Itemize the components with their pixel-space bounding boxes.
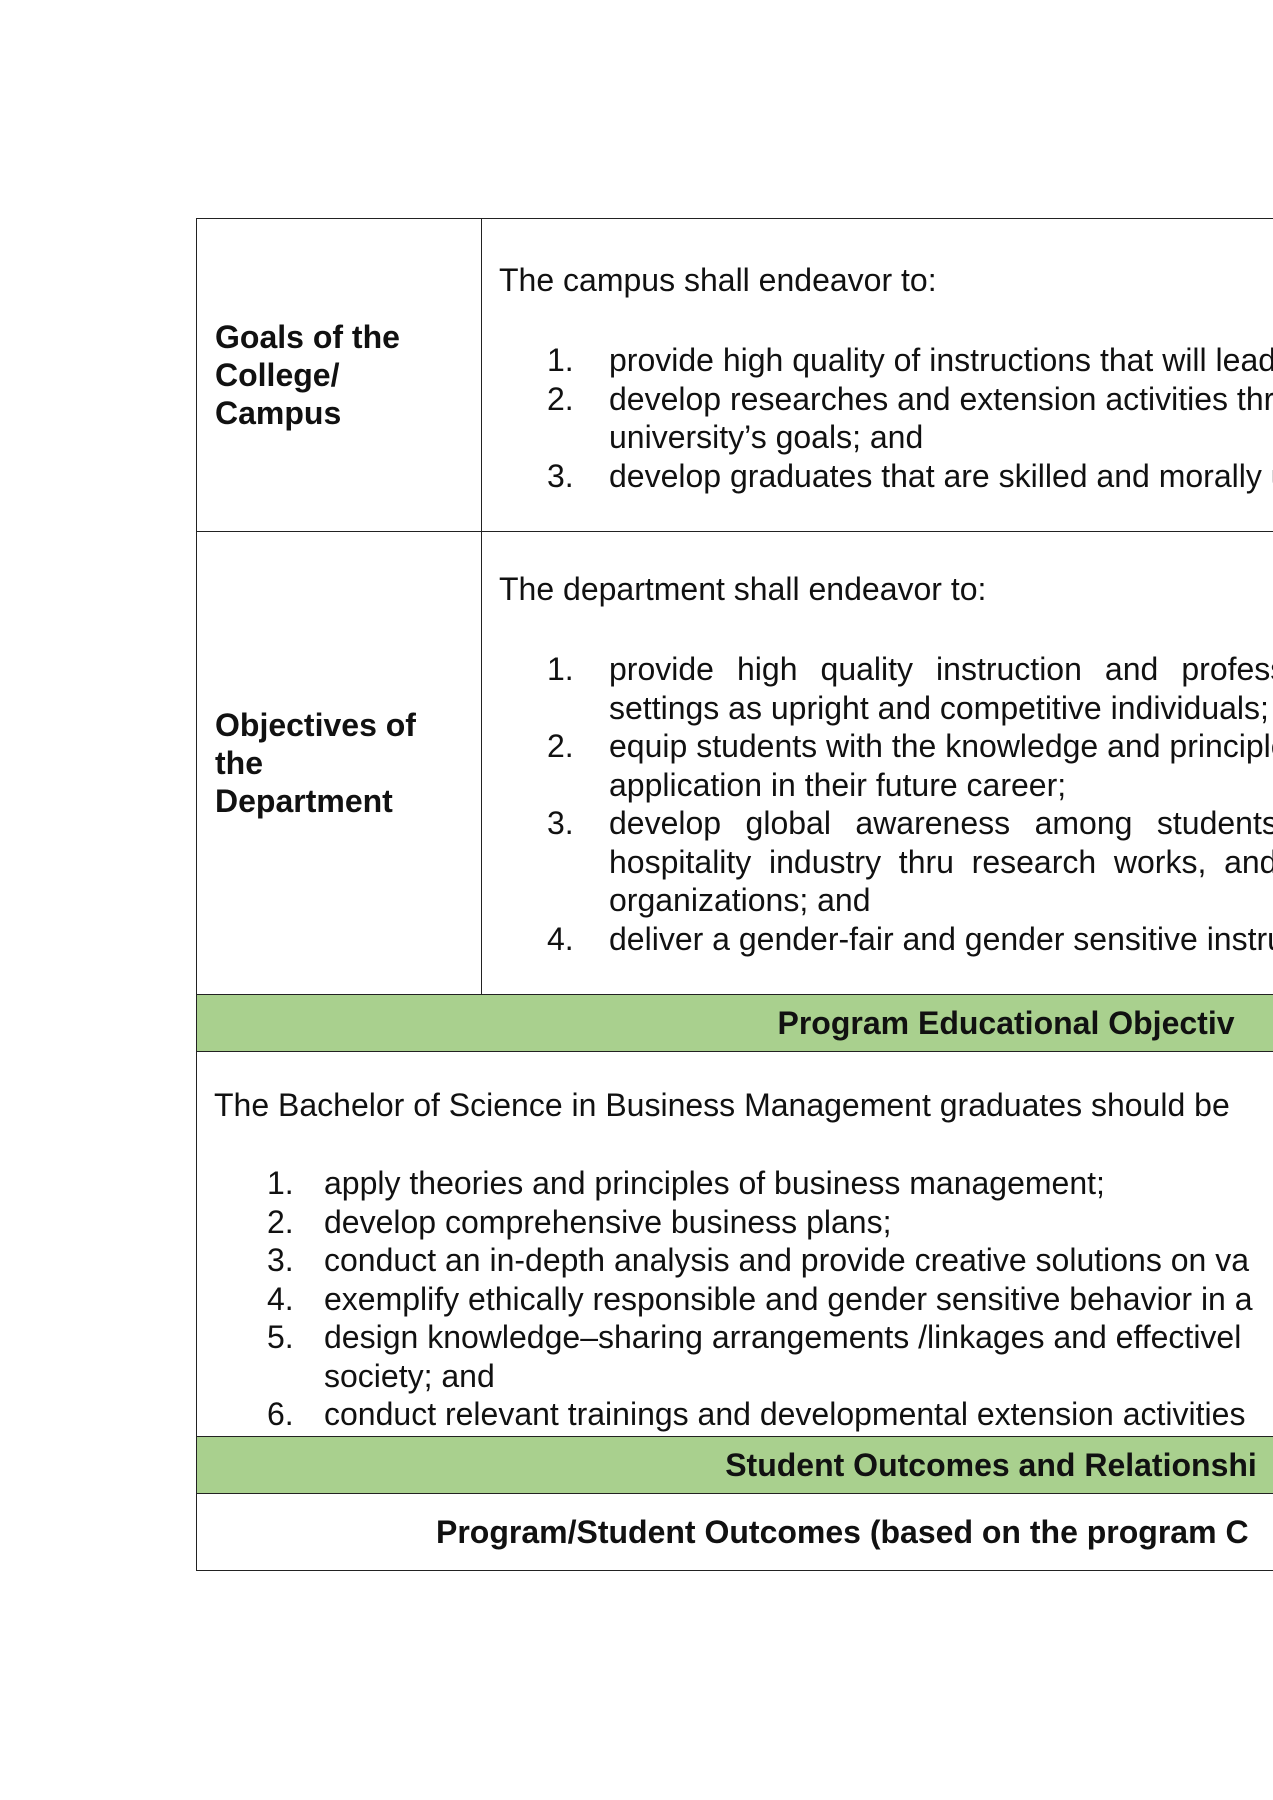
- objectives-intro: The department shall endeavor to:: [499, 571, 987, 607]
- outcomes-header-cell: Program/Student Outcomes (based on the p…: [196, 1493, 1273, 1571]
- curriculum-table: Goals of the College/ Campus The campus …: [196, 218, 1273, 1571]
- objectives-label: Objectives of the Department: [196, 531, 482, 995]
- list-item-line: hospitality industry thru research works…: [609, 843, 1273, 880]
- list-item-number: 2.: [547, 728, 574, 764]
- list-item-number: 1.: [547, 651, 574, 687]
- list-item-line: provide high quality of instructions tha…: [609, 342, 1273, 378]
- objectives-list: 1. provide high quality instruction and …: [499, 650, 1273, 958]
- list-item: 2. equip students with the knowledge and…: [499, 727, 1273, 804]
- list-item-number: 3.: [547, 457, 574, 494]
- list-item-number: 5.: [267, 1319, 294, 1355]
- list-item-line: develop graduates that are skilled and m…: [609, 457, 1273, 494]
- list-item-number: 2.: [547, 380, 574, 417]
- list-item-line: application in their future career;: [609, 766, 1067, 803]
- list-item-line: conduct an in-depth analysis and provide…: [324, 1242, 1250, 1278]
- list-item: 6. conduct relevant trainings and develo…: [214, 1395, 1273, 1434]
- peo-row: The Bachelor of Science in Business Mana…: [196, 1051, 1273, 1437]
- list-item-line: exemplify ethically responsible and gend…: [324, 1280, 1253, 1317]
- list-item: 3. develop graduates that are skilled an…: [499, 457, 1273, 496]
- goals-label: Goals of the College/ Campus: [196, 218, 482, 532]
- outcomes-header-title: Program/Student Outcomes (based on the p…: [436, 1513, 1249, 1550]
- goals-row: Goals of the College/ Campus The campus …: [196, 218, 1273, 532]
- goals-intro: The campus shall endeavor to:: [499, 262, 937, 298]
- peo-intro: The Bachelor of Science in Business Mana…: [214, 1087, 1230, 1123]
- list-item: 4. exemplify ethically responsible and g…: [214, 1280, 1273, 1319]
- objectives-row: Objectives of the Department The departm…: [196, 531, 1273, 995]
- goals-label-line: College/: [215, 357, 340, 393]
- objectives-label-line: the: [215, 745, 263, 781]
- list-item-line: society; and: [324, 1357, 495, 1394]
- list-item-number: 3.: [547, 805, 574, 841]
- list-item: 3. conduct an in-depth analysis and prov…: [214, 1241, 1273, 1280]
- list-item: 1. apply theories and principles of busi…: [214, 1164, 1273, 1203]
- list-item-line: conduct relevant trainings and developme…: [324, 1396, 1246, 1432]
- goals-label-line: Goals of the: [215, 319, 400, 355]
- list-item-line: organizations; and: [609, 882, 871, 918]
- outcomes-header-row: Program/Student Outcomes (based on the p…: [196, 1493, 1273, 1571]
- objectives-label-line: Objectives of: [215, 707, 416, 743]
- list-item-line: settings as upright and competitive indi…: [609, 689, 1269, 726]
- objectives-content: The department shall endeavor to: 1. pro…: [481, 531, 1273, 995]
- list-item-number: 2.: [267, 1203, 294, 1240]
- list-item-line: provide high quality instruction and pro…: [609, 651, 1273, 687]
- list-item: 3. develop global awareness among studen…: [499, 804, 1273, 920]
- so-header-title: Student Outcomes and Relationshi: [725, 1446, 1257, 1483]
- peo-header-cell: Program Educational Objectiv: [196, 994, 1273, 1052]
- peo-header-title: Program Educational Objectiv: [777, 1004, 1235, 1041]
- goals-content: The campus shall endeavor to: 1. provide…: [481, 218, 1273, 532]
- list-item-number: 4.: [267, 1280, 294, 1317]
- objectives-label-line: Department: [215, 783, 393, 819]
- list-item: 2. develop researches and extension acti…: [499, 380, 1273, 457]
- list-item-line: design knowledge–sharing arrangements /l…: [324, 1319, 1242, 1355]
- so-header-cell: Student Outcomes and Relationshi: [196, 1436, 1273, 1494]
- list-item-line: develop researches and extension activit…: [609, 380, 1273, 417]
- peo-content: The Bachelor of Science in Business Mana…: [196, 1051, 1273, 1437]
- list-item-number: 6.: [267, 1396, 294, 1432]
- list-item: 2. develop comprehensive business plans;: [214, 1203, 1273, 1242]
- list-item-line: apply theories and principles of busines…: [324, 1165, 1105, 1201]
- document-page: Goals of the College/ Campus The campus …: [0, 0, 1273, 1800]
- list-item: 1. provide high quality of instructions …: [499, 341, 1273, 380]
- list-item: 1. provide high quality instruction and …: [499, 650, 1273, 727]
- list-item-line: develop comprehensive business plans;: [324, 1203, 892, 1240]
- list-item: 5. design knowledge–sharing arrangements…: [214, 1318, 1273, 1395]
- peo-list: 1. apply theories and principles of busi…: [214, 1164, 1273, 1434]
- list-item-number: 4.: [547, 920, 574, 957]
- list-item-line: equip students with the knowledge and pr…: [609, 728, 1273, 764]
- goals-list: 1. provide high quality of instructions …: [499, 341, 1273, 495]
- list-item-line: develop global awareness among students …: [609, 805, 1273, 841]
- list-item-number: 1.: [267, 1165, 294, 1201]
- list-item-number: 3.: [267, 1242, 294, 1278]
- list-item: 4. deliver a gender-fair and gender sens…: [499, 920, 1273, 959]
- list-item-number: 1.: [547, 342, 574, 378]
- so-header-row: Student Outcomes and Relationshi: [196, 1436, 1273, 1494]
- list-item-line: deliver a gender-fair and gender sensiti…: [609, 920, 1273, 957]
- goals-label-line: Campus: [215, 395, 342, 431]
- peo-header-row: Program Educational Objectiv: [196, 994, 1273, 1052]
- list-item-line: university’s goals; and: [609, 419, 924, 455]
